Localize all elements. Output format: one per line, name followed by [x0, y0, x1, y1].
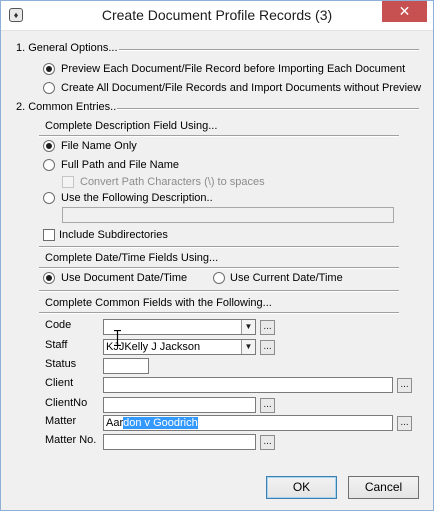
description-heading: Complete Description Field Using...: [45, 120, 218, 132]
create-all-label: Create All Document/File Records and Imp…: [61, 82, 422, 94]
matter-text-selected: don v Goodrich: [123, 417, 198, 429]
matter-lookup-button[interactable]: ...: [397, 416, 412, 431]
convert-path-checkbox[interactable]: [62, 176, 74, 188]
staff-combo[interactable]: KJJKelly J Jackson ▼: [103, 339, 256, 355]
divider: [39, 135, 399, 137]
divider: [39, 267, 399, 269]
client-label: Client: [45, 377, 74, 389]
status-label: Status: [45, 358, 77, 370]
divider: [39, 312, 399, 314]
convert-path-label: Convert Path Characters (\) to spaces: [80, 176, 265, 188]
window-title: Create Document Profile Records (3): [101, 7, 333, 23]
common-entries-heading: 2. Common Entries...: [16, 101, 120, 113]
following-description-input[interactable]: [62, 207, 394, 223]
general-options-heading: 1. General Options...: [16, 42, 118, 54]
staff-lookup-button[interactable]: ...: [260, 340, 275, 355]
clientno-lookup-button[interactable]: ...: [260, 398, 275, 413]
file-name-only-radio[interactable]: [43, 140, 55, 152]
preview-each-label: Preview Each Document/File Record before…: [61, 63, 406, 75]
matterno-lookup-button[interactable]: ...: [260, 435, 275, 450]
title-bar: ♦ Create Document Profile Records (3) ✕: [1, 1, 433, 31]
cancel-button[interactable]: Cancel: [348, 476, 419, 499]
matterno-label: Matter No.: [45, 434, 97, 446]
code-lookup-button[interactable]: ...: [260, 320, 275, 335]
client-input[interactable]: [103, 377, 393, 393]
create-all-radio[interactable]: [43, 82, 55, 94]
file-name-only-label: File Name Only: [61, 140, 137, 152]
code-combo[interactable]: ▼: [103, 319, 256, 335]
include-subdirectories-label: Include Subdirectories: [59, 229, 168, 241]
divider: [39, 246, 399, 248]
close-button[interactable]: ✕: [382, 1, 427, 22]
matter-input[interactable]: Aardon v Goodrich: [103, 415, 393, 431]
full-path-label: Full Path and File Name: [61, 159, 179, 171]
use-following-radio[interactable]: [43, 192, 55, 204]
staff-label: Staff: [45, 339, 68, 351]
chevron-down-icon[interactable]: ▼: [241, 320, 255, 334]
use-current-date-label: Use Current Date/Time: [230, 272, 343, 284]
use-document-date-radio[interactable]: [43, 272, 55, 284]
matter-text-unselected: Aar: [106, 417, 124, 429]
code-label: Code: [45, 319, 72, 331]
use-document-date-label: Use Document Date/Time: [61, 272, 188, 284]
preview-each-radio[interactable]: [43, 63, 55, 75]
divider: [39, 290, 399, 292]
clientno-input[interactable]: [103, 397, 256, 413]
dialog-window: ♦ Create Document Profile Records (3) ✕ …: [0, 0, 434, 511]
use-following-label: Use the Following Description..: [61, 192, 213, 204]
status-input[interactable]: [103, 358, 149, 374]
text-cursor-icon: [114, 330, 121, 346]
date-time-heading: Complete Date/Time Fields Using...: [45, 252, 219, 264]
common-fields-heading: Complete Common Fields with the Followin…: [45, 297, 272, 309]
divider: [117, 108, 419, 110]
ok-button[interactable]: OK: [266, 476, 337, 499]
include-subdirectories-checkbox[interactable]: [43, 229, 55, 241]
matter-label: Matter: [45, 415, 77, 427]
chevron-down-icon[interactable]: ▼: [241, 340, 255, 354]
client-lookup-button[interactable]: ...: [397, 378, 412, 393]
divider: [119, 49, 419, 51]
full-path-radio[interactable]: [43, 159, 55, 171]
matterno-input[interactable]: [103, 434, 256, 450]
clientno-label: ClientNo: [45, 397, 88, 409]
use-current-date-radio[interactable]: [213, 272, 225, 284]
